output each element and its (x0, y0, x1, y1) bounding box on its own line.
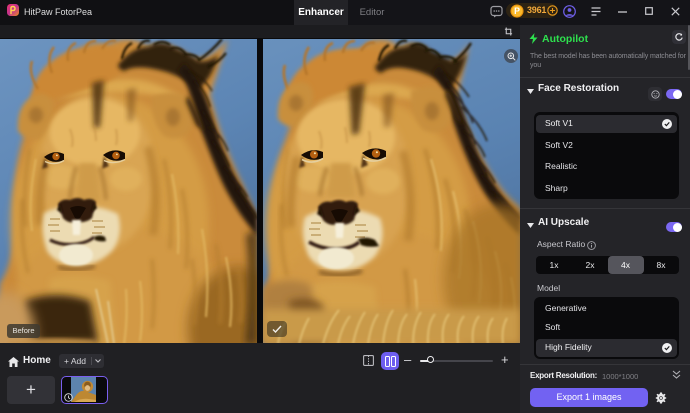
svg-text:P: P (514, 6, 520, 16)
